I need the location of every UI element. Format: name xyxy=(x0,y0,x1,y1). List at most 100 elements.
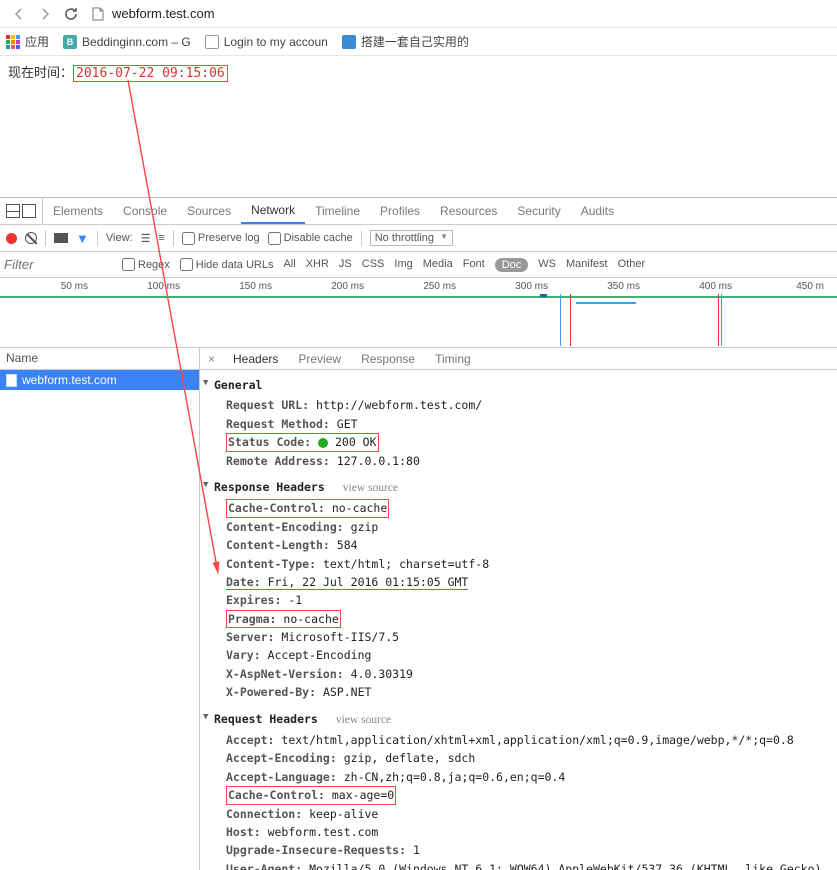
network-filter-bar: Regex Hide data URLs All XHR JS CSS Img Media… xyxy=(0,252,837,278)
request-name: webform.test.com xyxy=(22,373,117,387)
header-row: Connection: keep-alive xyxy=(202,805,835,823)
devtools-tab[interactable]: Network xyxy=(241,198,305,224)
screenshot-icon[interactable] xyxy=(54,233,68,243)
name-column-header[interactable]: Name xyxy=(0,348,199,370)
detail-tab[interactable]: Response xyxy=(351,348,425,369)
devtools-tabs: ElementsConsoleSourcesNetworkTimelinePro… xyxy=(0,198,837,225)
header-section[interactable]: Response Headersview source xyxy=(202,476,835,499)
header-row: Server: Microsoft-IIS/7.5 xyxy=(202,628,835,646)
detail-tab[interactable]: Timing xyxy=(425,348,481,369)
header-row: Request Method: GET xyxy=(202,415,835,433)
regex-checkbox[interactable]: Regex xyxy=(122,258,170,271)
file-icon xyxy=(6,374,17,387)
timeline-tick: 100 ms xyxy=(92,281,184,292)
browser-nav: webform.test.com xyxy=(0,0,837,28)
header-row: Upgrade-Insecure-Requests: 1 xyxy=(202,841,835,859)
filter-type[interactable]: Other xyxy=(618,258,646,272)
devtools-tab[interactable]: Audits xyxy=(571,198,624,224)
reload-icon[interactable] xyxy=(60,3,82,25)
header-section[interactable]: General xyxy=(202,374,835,396)
devtools-tab[interactable]: Resources xyxy=(430,198,507,224)
network-timeline[interactable]: 50 ms100 ms150 ms200 ms250 ms300 ms350 m… xyxy=(0,278,837,348)
request-list: Name webform.test.com xyxy=(0,348,200,870)
detail-tab[interactable]: Headers xyxy=(223,348,288,369)
header-section[interactable]: Request Headersview source xyxy=(202,708,835,731)
filter-input[interactable] xyxy=(2,255,112,274)
timestamp: 2016-07-22 09:15:06 xyxy=(73,65,228,82)
url-text: webform.test.com xyxy=(112,6,215,21)
devtools-tab[interactable]: Security xyxy=(507,198,570,224)
timeline-tick: 200 ms xyxy=(276,281,368,292)
dock-bottom-icon[interactable] xyxy=(6,204,20,218)
header-row: Accept-Language: zh-CN,zh;q=0.8,ja;q=0.6… xyxy=(202,768,835,786)
hide-dataurls-checkbox[interactable]: Hide data URLs xyxy=(180,258,274,271)
bookmark-bar: 应用 BBeddinginn.com – G Login to my accou… xyxy=(0,28,837,56)
header-row: Content-Length: 584 xyxy=(202,536,835,554)
bookmark-item[interactable]: BBeddinginn.com – G xyxy=(63,35,191,49)
header-row: Pragma: no-cache xyxy=(202,610,835,628)
dock-controls xyxy=(0,198,43,224)
now-label: 现在时间： xyxy=(8,65,73,80)
apps-icon xyxy=(6,35,20,49)
devtools-tab[interactable]: Profiles xyxy=(370,198,430,224)
apps-button[interactable]: 应用 xyxy=(6,33,49,50)
header-row: Request URL: http://webform.test.com/ xyxy=(202,396,835,414)
headers-pane[interactable]: GeneralRequest URL: http://webform.test.… xyxy=(200,370,837,870)
header-row: Vary: Accept-Encoding xyxy=(202,646,835,664)
bookmark-item[interactable]: 搭建一套自己实用的 xyxy=(342,33,469,50)
favicon-icon xyxy=(342,35,356,49)
bookmark-item[interactable]: Login to my accoun xyxy=(205,35,328,49)
view-large-icon[interactable]: ☰ xyxy=(141,232,151,245)
throttling-select[interactable]: No throttling xyxy=(370,230,453,246)
detail-tab[interactable]: Preview xyxy=(288,348,351,369)
filter-type[interactable]: All xyxy=(283,258,295,272)
disable-cache-checkbox[interactable]: Disable cache xyxy=(268,232,353,245)
request-detail: × HeadersPreviewResponseTiming GeneralRe… xyxy=(200,348,837,870)
dock-window-icon[interactable] xyxy=(22,204,36,218)
page-icon xyxy=(92,7,106,21)
filter-type[interactable]: Manifest xyxy=(566,258,608,272)
filter-type[interactable]: Media xyxy=(423,258,453,272)
header-row: X-Powered-By: ASP.NET xyxy=(202,683,835,701)
filter-type[interactable]: Font xyxy=(463,258,485,272)
filter-type[interactable]: JS xyxy=(339,258,352,272)
header-row: Cache-Control: max-age=0 xyxy=(202,786,835,804)
record-icon[interactable] xyxy=(6,233,17,244)
timeline-tick: 250 ms xyxy=(368,281,460,292)
header-row: Accept-Encoding: gzip, deflate, sdch xyxy=(202,749,835,767)
filter-type[interactable]: Img xyxy=(394,258,412,272)
filter-type[interactable]: Doc xyxy=(495,258,529,272)
view-label: View: xyxy=(106,232,133,244)
filter-type[interactable]: WS xyxy=(538,258,556,272)
header-row: Remote Address: 127.0.0.1:80 xyxy=(202,452,835,470)
header-row: Cache-Control: no-cache xyxy=(202,499,835,517)
timeline-tick: 350 ms xyxy=(552,281,644,292)
clear-icon[interactable] xyxy=(25,232,37,244)
favicon-icon: B xyxy=(63,35,77,49)
timeline-tick: 50 ms xyxy=(0,281,92,292)
devtools-tab[interactable]: Elements xyxy=(43,198,113,224)
close-detail-icon[interactable]: × xyxy=(200,352,223,366)
devtools-panel: ElementsConsoleSourcesNetworkTimelinePro… xyxy=(0,197,837,870)
header-row: X-AspNet-Version: 4.0.30319 xyxy=(202,665,835,683)
url-bar[interactable]: webform.test.com xyxy=(92,3,831,25)
filter-type[interactable]: XHR xyxy=(306,258,329,272)
header-row: Content-Type: text/html; charset=utf-8 xyxy=(202,555,835,573)
timeline-tick: 450 m xyxy=(736,281,828,292)
devtools-tab[interactable]: Sources xyxy=(177,198,241,224)
request-row[interactable]: webform.test.com xyxy=(0,370,199,390)
view-small-icon[interactable]: ≡ xyxy=(158,232,164,244)
header-row: Content-Encoding: gzip xyxy=(202,518,835,536)
header-row: User-Agent: Mozilla/5.0 (Windows NT 6.1;… xyxy=(202,860,835,870)
filter-icon[interactable]: ▼ xyxy=(76,232,89,245)
timeline-tick: 400 ms xyxy=(644,281,736,292)
back-icon[interactable] xyxy=(8,3,30,25)
preserve-log-checkbox[interactable]: Preserve log xyxy=(182,232,260,245)
header-row: Host: webform.test.com xyxy=(202,823,835,841)
forward-icon[interactable] xyxy=(34,3,56,25)
filter-type[interactable]: CSS xyxy=(362,258,385,272)
devtools-tab[interactable]: Timeline xyxy=(305,198,370,224)
page-content: 现在时间：2016-07-22 09:15:06 xyxy=(0,56,837,81)
timeline-tick: 150 ms xyxy=(184,281,276,292)
devtools-tab[interactable]: Console xyxy=(113,198,177,224)
